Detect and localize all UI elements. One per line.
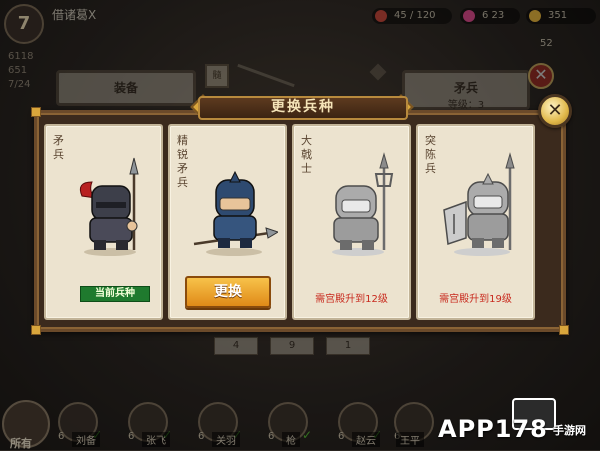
unit-card-spearman[interactable]: 矛兵 当前兵种 (44, 124, 163, 320)
corner-ornament (559, 325, 569, 335)
unit-card-halberdier[interactable]: 大戟士 需宫殿升到12级 (292, 124, 411, 320)
close-button[interactable]: ✕ (538, 94, 572, 128)
unit-card-assault-soldier[interactable]: 突陈兵 需宫殿升到19级 (416, 124, 535, 320)
assault-soldier-figure-icon (443, 152, 515, 256)
unlock-requirement: 需宫殿升到12级 (315, 294, 388, 305)
elite-spearman-figure-icon (193, 170, 278, 256)
close-icon: ✕ (547, 100, 563, 121)
unit-name: 突陈兵 (425, 134, 436, 175)
unit-name: 精锐矛兵 (177, 134, 188, 189)
corner-ornament (31, 325, 41, 335)
watermark-subtext: 手游网 (553, 424, 586, 437)
unlock-requirement: 需宫殿升到19级 (439, 294, 512, 305)
switch-unit-button[interactable]: 更换 (185, 276, 271, 308)
watermark-text: APP178 (438, 415, 548, 443)
halberdier-figure-icon (332, 152, 394, 256)
current-unit-badge: 当前兵种 (80, 286, 150, 302)
unit-card-elite-spearman[interactable]: 精锐矛兵 更换 (168, 124, 287, 320)
spearman-figure-icon (79, 157, 139, 256)
unit-name: 矛兵 (53, 134, 64, 161)
unit-name: 大戟士 (301, 134, 312, 175)
corner-ornament (31, 107, 41, 117)
dialog-title: 更换兵种 (271, 99, 335, 115)
